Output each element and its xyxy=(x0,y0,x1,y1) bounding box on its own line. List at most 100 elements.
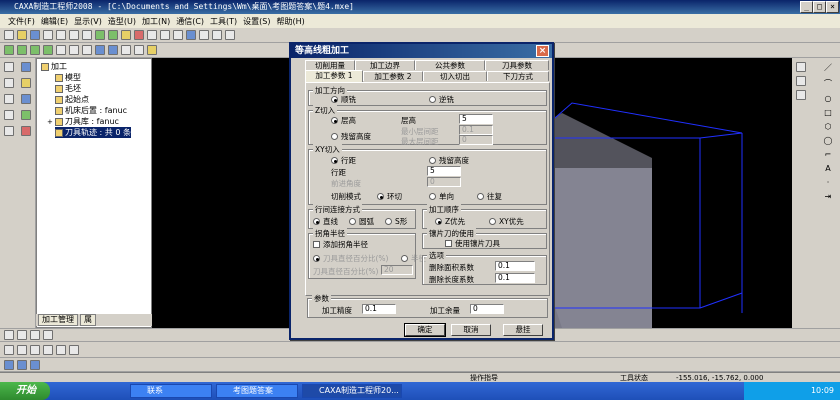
radio-cut-oneway[interactable]: 单向 xyxy=(429,191,454,202)
tree-root[interactable]: 加工 xyxy=(41,61,67,72)
menu-view[interactable]: 显示(V) xyxy=(74,16,102,27)
suspend-button[interactable]: 悬挂 xyxy=(503,324,543,336)
undo-icon[interactable] xyxy=(95,30,105,40)
radio-conventional[interactable]: 逆铣 xyxy=(429,94,454,105)
save-icon[interactable] xyxy=(30,30,40,40)
radio-row-spacing[interactable]: 行距 xyxy=(331,155,356,166)
copy-transform-icon[interactable] xyxy=(17,344,27,355)
tab-common-params[interactable]: 公共参数 xyxy=(415,60,485,70)
tree-item-stock[interactable]: 毛坯 xyxy=(55,83,81,94)
menu-tools[interactable]: 工具(T) xyxy=(210,16,237,27)
tree-item-tool-library[interactable]: + 刀具库 : fanuc xyxy=(47,116,119,127)
array-icon[interactable] xyxy=(121,45,131,55)
row-spacing-input[interactable]: 5 xyxy=(427,166,461,176)
gcode-icon[interactable] xyxy=(4,126,14,136)
add-corner-radius-checkbox[interactable]: 添加拐角半径 xyxy=(313,239,368,250)
rectangle-icon[interactable]: □ xyxy=(824,108,832,117)
extrude-icon[interactable] xyxy=(17,45,27,55)
color-icon[interactable] xyxy=(134,30,144,40)
check-icon[interactable] xyxy=(20,126,31,136)
shell-icon[interactable] xyxy=(82,45,92,55)
radio-climb[interactable]: 顺铣 xyxy=(331,94,356,105)
line-icon[interactable]: ／ xyxy=(824,62,832,73)
sketch-icon[interactable] xyxy=(4,45,14,55)
task-caxa[interactable]: CAXA制造工程师20... xyxy=(302,384,402,398)
rotate-icon[interactable] xyxy=(225,30,235,40)
zoom-icon[interactable] xyxy=(199,30,209,40)
offset-icon[interactable]: ⇥ xyxy=(825,192,832,201)
pan-icon[interactable] xyxy=(212,30,222,40)
sweep-icon[interactable] xyxy=(43,45,53,55)
minimize-button[interactable]: _ xyxy=(800,1,813,13)
copy-icon[interactable] xyxy=(69,30,79,40)
fillet-icon[interactable] xyxy=(56,45,66,55)
arc-icon[interactable]: ⌒ xyxy=(824,78,832,89)
min-area-input[interactable]: 0.1 xyxy=(495,261,535,271)
advance-angle-input[interactable]: 0 xyxy=(427,177,461,187)
contour-icon[interactable] xyxy=(4,110,14,120)
menu-settings[interactable]: 设置(S) xyxy=(243,16,270,27)
tree-item-model[interactable]: 模型 xyxy=(55,72,81,83)
dialog-close-button[interactable]: × xyxy=(536,45,549,57)
roughing-icon[interactable] xyxy=(4,94,14,104)
tab-lead-in-out[interactable]: 切入切出 xyxy=(423,71,487,81)
start-button[interactable]: 开始 xyxy=(0,382,50,400)
simulate-icon[interactable] xyxy=(20,110,31,120)
view-side-icon[interactable] xyxy=(173,30,183,40)
tab-tool-params[interactable]: 刀具参数 xyxy=(485,60,549,70)
paste-icon[interactable] xyxy=(82,30,92,40)
min-length-input[interactable]: 0.1 xyxy=(495,273,535,283)
tree-toggle-icon[interactable] xyxy=(20,62,31,72)
menu-modeling[interactable]: 造型(U) xyxy=(108,16,136,27)
radio-cut-zigzag[interactable]: 往复 xyxy=(477,191,502,202)
extend-curve-icon[interactable] xyxy=(17,330,27,340)
trim-curve-icon[interactable] xyxy=(4,330,14,340)
scale-icon[interactable] xyxy=(43,344,53,355)
radio-connect-s[interactable]: S形 xyxy=(385,216,407,227)
cut-icon[interactable] xyxy=(56,30,66,40)
menu-communication[interactable]: 通信(C) xyxy=(176,16,204,27)
property-icon[interactable] xyxy=(4,78,14,88)
array-transform-icon[interactable] xyxy=(69,344,79,355)
path-edit-icon[interactable] xyxy=(4,359,14,370)
spline-icon[interactable] xyxy=(796,76,806,86)
point-icon[interactable]: · xyxy=(827,178,830,187)
open-file-icon[interactable] xyxy=(17,30,27,40)
radio-layer-height[interactable]: 层高 xyxy=(331,115,356,126)
task-lianxi[interactable]: 联系 xyxy=(130,384,212,398)
edit-icon[interactable] xyxy=(20,78,31,88)
radio-tool-dia-pct[interactable]: 刀具直径百分比(%) xyxy=(313,253,388,264)
mirror-transform-icon[interactable] xyxy=(56,344,66,355)
radio-z-first[interactable]: Z优先 xyxy=(435,216,465,227)
radio-cut-loop[interactable]: 环切 xyxy=(377,191,402,202)
use-insert-tool-checkbox[interactable]: 使用镶片刀具 xyxy=(445,238,500,249)
close-window-button[interactable]: × xyxy=(826,1,839,13)
move-icon[interactable] xyxy=(4,344,14,355)
tab-plunge-mode[interactable]: 下刀方式 xyxy=(487,71,549,81)
revolve-icon[interactable] xyxy=(30,45,40,55)
allowance-input[interactable]: 0 xyxy=(470,304,504,314)
max-layer-input[interactable]: 0 xyxy=(459,135,493,145)
cancel-button[interactable]: 取消 xyxy=(451,324,491,336)
tab-machining-params-2[interactable]: 加工参数 2 xyxy=(363,71,423,81)
text-icon[interactable]: A xyxy=(825,164,830,173)
ok-button[interactable]: 确定 xyxy=(404,323,446,337)
view-top-icon[interactable] xyxy=(160,30,170,40)
tree-item-toolpath[interactable]: 刀具轨迹 : 共 0 条 xyxy=(55,127,131,138)
view-front-icon[interactable] xyxy=(147,30,157,40)
tree-item-start-point[interactable]: 起始点 xyxy=(55,94,89,105)
menu-edit[interactable]: 编辑(E) xyxy=(41,16,68,27)
circle-icon[interactable]: ○ xyxy=(825,94,832,103)
polyline-icon[interactable] xyxy=(796,90,806,100)
fillet-curve-icon[interactable]: ⌐ xyxy=(825,150,832,159)
chamfer-icon[interactable] xyxy=(69,45,79,55)
radio-xy-first[interactable]: XY优先 xyxy=(489,216,524,227)
redo-icon[interactable] xyxy=(108,30,118,40)
tab-machining-params-1[interactable]: 加工参数 1 xyxy=(305,70,363,82)
new-file-icon[interactable] xyxy=(4,30,14,40)
curve-icon[interactable] xyxy=(796,62,806,72)
surface-icon[interactable] xyxy=(95,45,105,55)
radio-residual-height-xy[interactable]: 残留高度 xyxy=(429,155,469,166)
datum-plane-icon[interactable] xyxy=(147,45,157,55)
trim-icon[interactable] xyxy=(108,45,118,55)
